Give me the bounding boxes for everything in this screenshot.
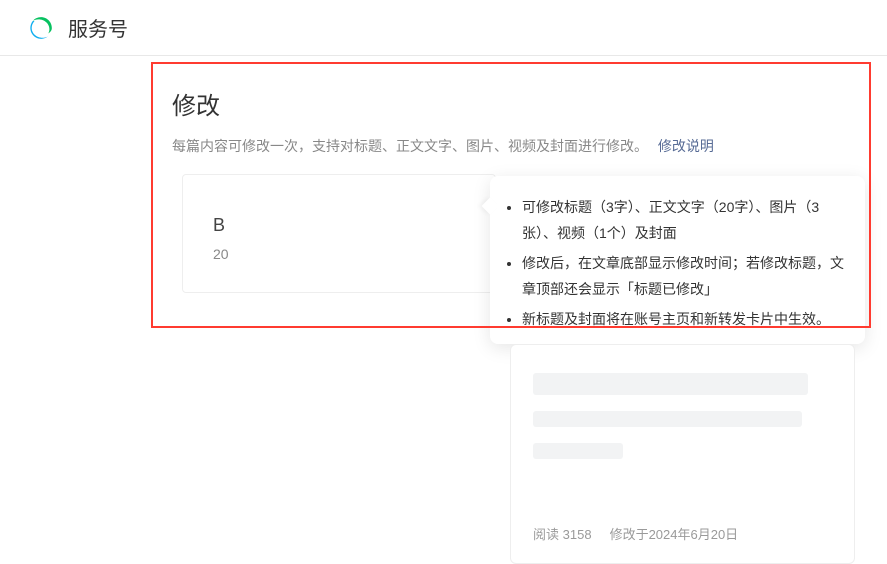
preview-meta: 阅读 3158 修改于2024年6月20日 <box>533 524 738 543</box>
read-count: 3158 <box>563 527 592 542</box>
skeleton-line <box>533 373 808 395</box>
page-subtitle: 每篇内容可修改一次，支持对标题、正文文字、图片、视频及封面进行修改。 <box>172 138 648 154</box>
top-bar: 服务号 <box>0 0 887 56</box>
page-title: 修改 <box>172 86 853 121</box>
article-title-fragment: B <box>213 215 465 236</box>
wechat-logo-icon <box>28 15 54 41</box>
article-card[interactable]: B 20 <box>182 174 496 293</box>
page-subtitle-row: 每篇内容可修改一次，支持对标题、正文文字、图片、视频及封面进行修改。 修改说明 <box>172 135 853 157</box>
main-stage: 修改 每篇内容可修改一次，支持对标题、正文文字、图片、视频及封面进行修改。 修改… <box>0 56 887 560</box>
help-item: 修改后，在文章底部显示修改时间；若修改标题，文章顶部还会显示「标题已修改」 <box>522 250 845 302</box>
help-link[interactable]: 修改说明 <box>658 138 714 154</box>
page-header: 修改 每篇内容可修改一次，支持对标题、正文文字、图片、视频及封面进行修改。 修改… <box>152 62 873 173</box>
skeleton-line <box>533 411 802 427</box>
article-date-fragment: 20 <box>213 246 465 262</box>
read-stat: 阅读 3158 <box>533 524 592 543</box>
modified-date: 修改于2024年6月20日 <box>610 524 739 543</box>
help-item: 新标题及封面将在账号主页和新转发卡片中生效。 <box>522 306 845 332</box>
help-list: 可修改标题（3字）、正文文字（20字）、图片（3张）、视频（1个）及封面 修改后… <box>494 194 845 332</box>
read-label: 阅读 <box>533 527 559 542</box>
app-title: 服务号 <box>68 13 128 42</box>
preview-card: 阅读 3158 修改于2024年6月20日 <box>510 344 855 564</box>
logo-wrap: 服务号 <box>28 13 128 42</box>
help-tooltip: 可修改标题（3字）、正文文字（20字）、图片（3张）、视频（1个）及封面 修改后… <box>490 176 865 344</box>
skeleton-line <box>533 443 623 459</box>
help-item: 可修改标题（3字）、正文文字（20字）、图片（3张）、视频（1个）及封面 <box>522 194 845 246</box>
